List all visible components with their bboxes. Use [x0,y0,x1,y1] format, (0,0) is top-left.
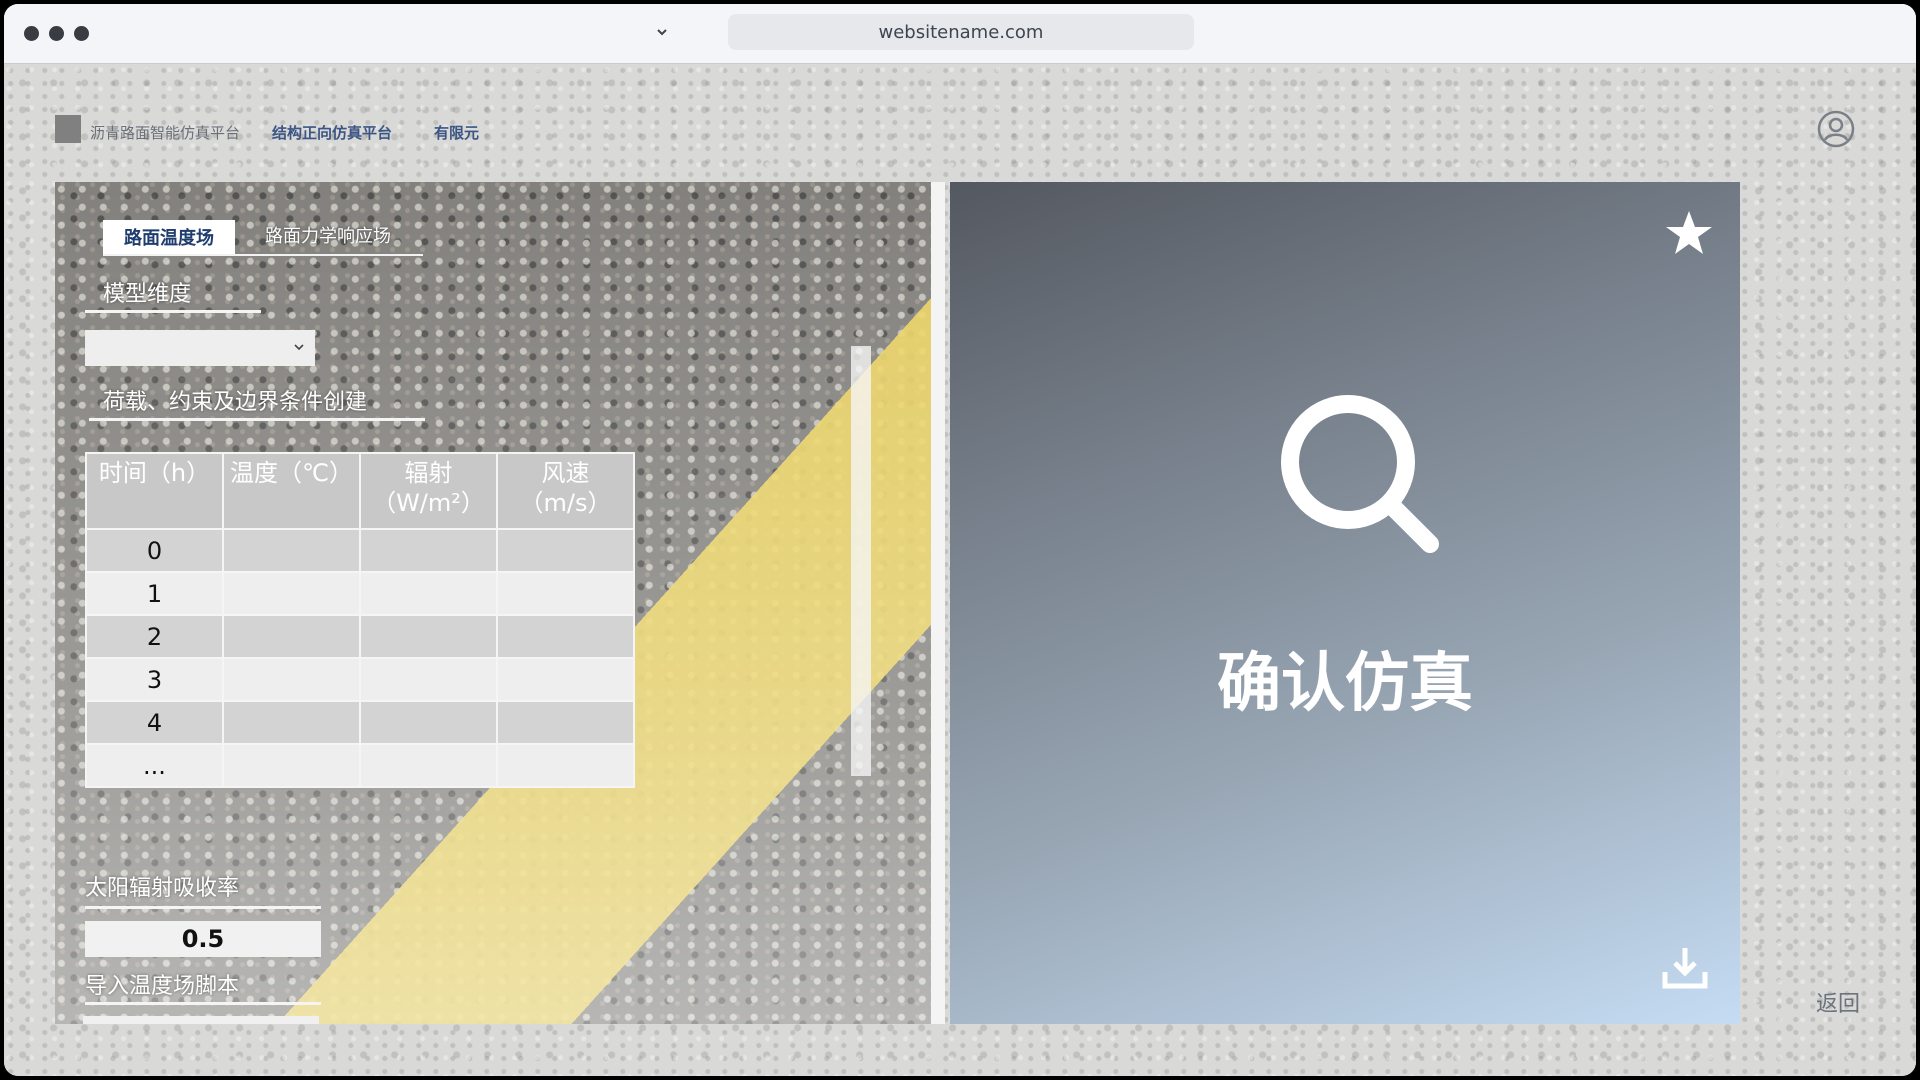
table-cell: 2 [85,614,224,659]
minimize-dot[interactable] [49,26,64,41]
table-cell[interactable] [359,700,498,745]
scrollbar[interactable] [851,346,871,776]
table-cell[interactable] [496,528,635,573]
solar-absorption-label: 太阳辐射吸收率 [85,876,240,901]
nav-link-fem[interactable]: 有限元 [434,122,479,143]
maximize-dot[interactable] [74,26,89,41]
browser-window: websitename.com 沥青路面智能仿真平台 结构正向仿真平台 有限元 … [4,4,1916,1076]
nav-link-structure[interactable]: 结构正向仿真平台 [272,122,392,143]
logo [55,115,81,143]
download-icon[interactable] [1660,942,1710,992]
address-bar[interactable]: websitename.com [728,14,1194,50]
table-cell[interactable] [359,743,498,788]
confirm-simulation-panel[interactable]: 确认仿真 [950,182,1740,1024]
section-underline [85,310,261,313]
table-cell[interactable] [359,571,498,616]
table-cell: 1 [85,571,224,616]
table-cell[interactable] [222,657,361,702]
table-cell: 3 [85,657,224,702]
tab-mechanical-response[interactable]: 路面力学响应场 [265,220,391,254]
table-cell[interactable] [496,743,635,788]
table-cell[interactable] [496,657,635,702]
table-cell[interactable] [496,614,635,659]
back-link[interactable]: 返回 [1816,986,1860,1018]
column-header-time: 时间（h） [85,452,224,530]
page: 沥青路面智能仿真平台 结构正向仿真平台 有限元 路面温度场 路面力学响应场 模型… [4,64,1916,1076]
chevron-down-icon[interactable] [652,22,672,42]
table-cell[interactable] [359,657,498,702]
table-cell[interactable] [222,743,361,788]
panel-divider [931,182,945,1024]
model-dimension-label: 模型维度 [103,282,192,307]
conditions-table: 时间（h） 温度（℃） 辐射 （W/m²） 风速 （m/s） 0 1 2 3 4… [85,452,635,788]
section-underline [85,1002,321,1005]
table-cell: ... [85,743,224,788]
table-row: ... [85,743,635,788]
table-row: 3 [85,657,635,702]
tab-temperature-field[interactable]: 路面温度场 [103,220,235,254]
column-header-wind-speed: 风速 （m/s） [496,452,635,530]
import-script-label: 导入温度场脚本 [85,974,240,999]
table-row: 0 [85,528,635,573]
section-underline [89,418,425,421]
import-script-input[interactable] [83,1016,319,1024]
browser-chrome: websitename.com [4,4,1916,64]
table-cell[interactable] [359,614,498,659]
confirm-simulation-button[interactable]: 确认仿真 [950,632,1740,724]
table-row: 1 [85,571,635,616]
table-cell[interactable] [222,528,361,573]
table-cell[interactable] [222,571,361,616]
model-dimension-select[interactable] [85,330,315,366]
table-cell[interactable] [359,528,498,573]
column-header-radiation: 辐射 （W/m²） [359,452,498,530]
nav-brand[interactable]: 沥青路面智能仿真平台 [90,122,240,143]
chevron-down-icon [294,344,304,351]
column-header-temperature: 温度（℃） [222,452,361,530]
search-icon[interactable] [1268,392,1448,572]
close-dot[interactable] [24,26,39,41]
table-row: 4 [85,700,635,745]
tab-bar: 路面温度场 路面力学响应场 [103,220,423,256]
table-cell[interactable] [222,700,361,745]
table-cell[interactable] [496,700,635,745]
table-row: 2 [85,614,635,659]
section-underline [85,906,321,909]
url-text: websitename.com [878,21,1044,43]
window-controls [24,26,89,41]
star-icon[interactable] [1664,208,1714,258]
table-cell: 4 [85,700,224,745]
solar-absorption-input[interactable]: 0.5 [85,921,321,957]
table-cell[interactable] [222,614,361,659]
table-cell: 0 [85,528,224,573]
load-section-label: 荷载、约束及边界条件创建 [103,390,368,415]
table-cell[interactable] [496,571,635,616]
simulation-settings-panel: 路面温度场 路面力学响应场 模型维度 荷载、约束及边界条件创建 时间（h） 温度… [55,182,931,1024]
user-icon[interactable] [1816,109,1856,149]
